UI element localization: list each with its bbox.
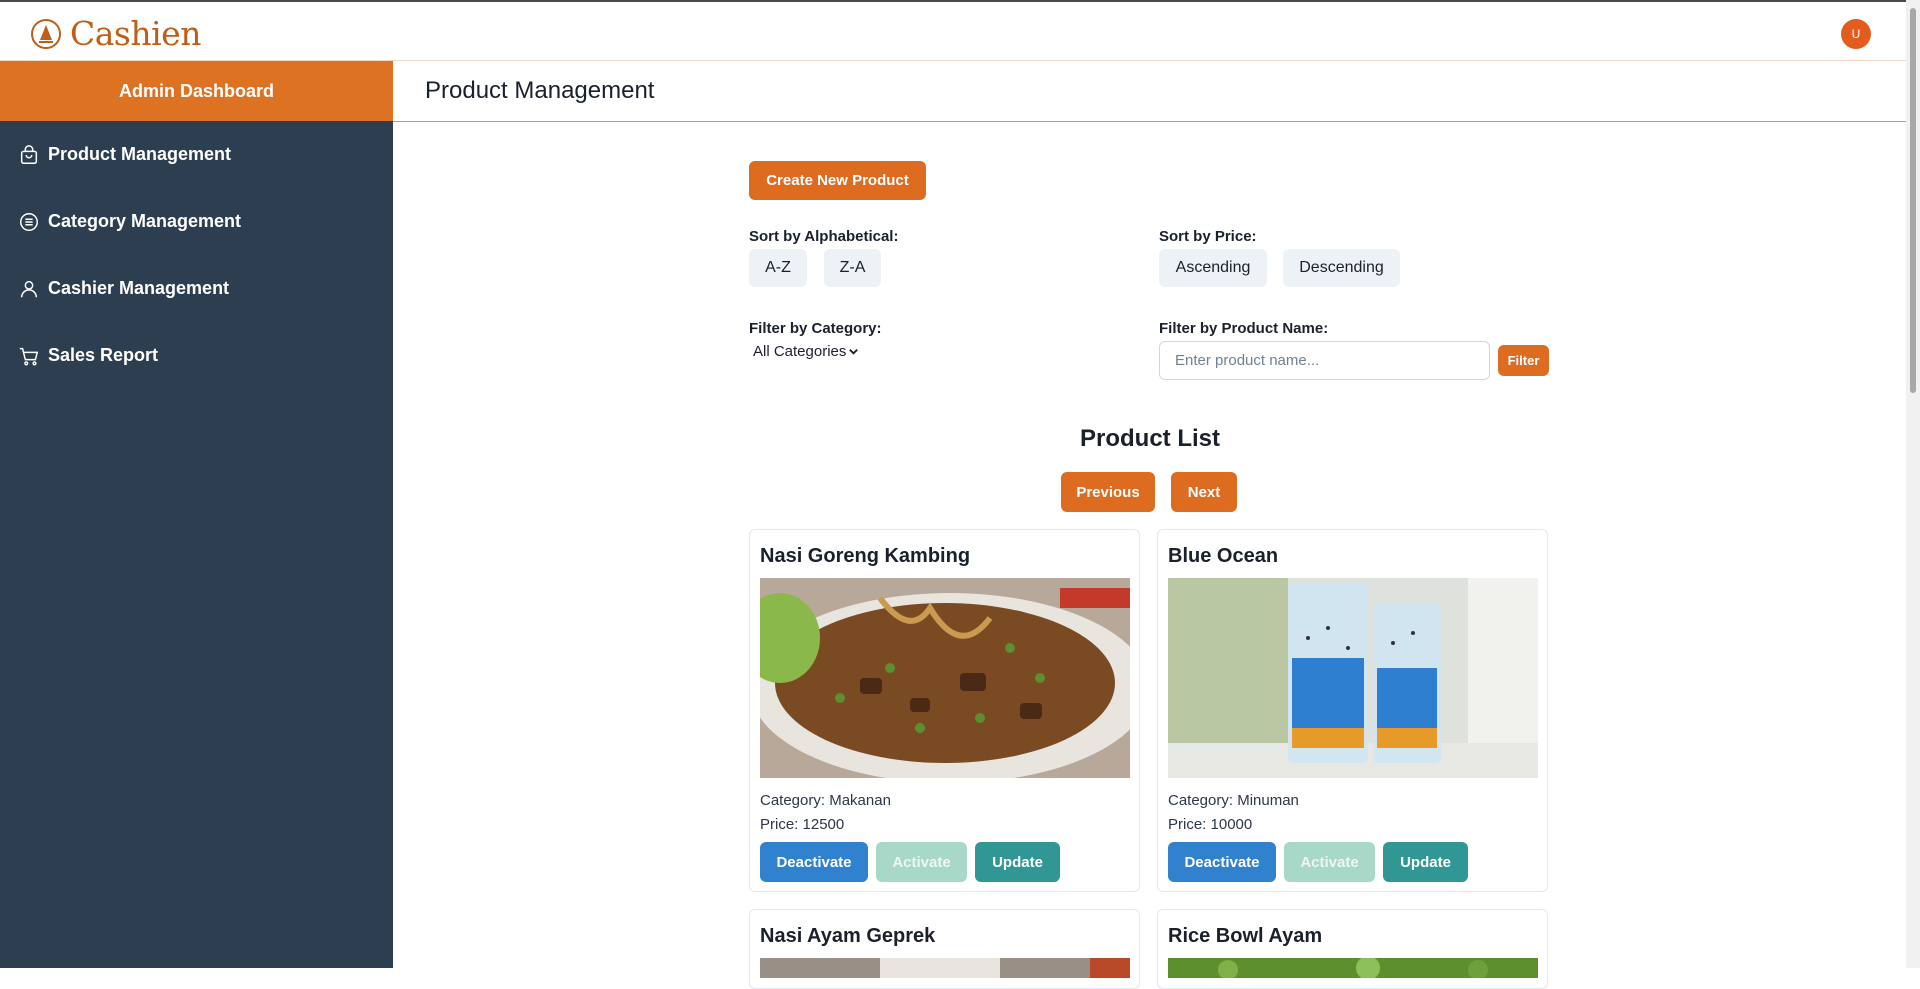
product-price: Price: 12500 (760, 816, 845, 833)
logo-icon (31, 18, 61, 49)
sort-az-button[interactable]: A-Z (749, 249, 807, 287)
product-list-title: Product List (1079, 425, 1220, 452)
product-image (1168, 958, 1538, 978)
product-card: Nasi Goreng Kambing Category: Makanan Pr… (749, 529, 1140, 892)
filter-name-label: Filter by Product Name: (1159, 320, 1329, 337)
category-select-value: All Categories (753, 343, 847, 360)
product-image (760, 958, 1130, 978)
user-icon (20, 280, 38, 297)
sidebar-item-label: Sales Report (48, 345, 159, 365)
sidebar-header: Admin Dashboard (0, 61, 393, 121)
scrollbar[interactable] (1906, 0, 1920, 968)
avatar[interactable]: U (1841, 19, 1871, 49)
filter-button[interactable]: Filter (1498, 345, 1549, 376)
page-title: Product Management (393, 61, 1906, 122)
previous-button[interactable]: Previous (1061, 472, 1155, 512)
shopping-bag-icon (20, 144, 38, 164)
logo-text: Cashien (70, 14, 201, 53)
activate-button[interactable]: Activate (876, 842, 967, 882)
cart-icon (19, 347, 39, 365)
product-image (760, 578, 1130, 778)
deactivate-button[interactable]: Deactivate (1168, 842, 1276, 882)
product-name-input[interactable]: Enter product name... (1159, 341, 1490, 380)
sort-descending-button[interactable]: Descending (1283, 249, 1400, 287)
logo[interactable]: Cashien (30, 14, 201, 53)
product-name: Rice Bowl Ayam (1168, 925, 1323, 947)
next-button[interactable]: Next (1171, 472, 1237, 512)
sort-alpha-label: Sort by Alphabetical: (749, 228, 899, 245)
sidebar-item-product-management[interactable]: Product Management (0, 121, 393, 188)
product-card: Rice Bowl Ayam (1157, 909, 1548, 989)
top-bar: Cashien U (0, 0, 1920, 61)
product-card: Nasi Ayam Geprek (749, 909, 1140, 989)
create-product-button[interactable]: Create New Product (749, 161, 926, 200)
filter-category-label: Filter by Category: (749, 320, 882, 337)
sort-za-button[interactable]: Z-A (824, 249, 881, 287)
product-name: Nasi Ayam Geprek (760, 925, 936, 947)
sidebar-item-sales-report[interactable]: Sales Report (0, 322, 393, 389)
chevron-down-icon (849, 349, 859, 355)
sort-price-label: Sort by Price: (1159, 228, 1257, 245)
sidebar-item-label: Cashier Management (48, 278, 230, 298)
product-category: Category: Makanan (760, 792, 891, 809)
activate-button[interactable]: Activate (1284, 842, 1375, 882)
list-icon (20, 212, 38, 231)
main-content: Product Management (393, 61, 1906, 968)
update-button[interactable]: Update (1383, 842, 1468, 882)
deactivate-button[interactable]: Deactivate (760, 842, 868, 882)
sidebar-item-label: Product Management (48, 144, 232, 164)
scrollbar-thumb[interactable] (1910, 8, 1916, 393)
product-name: Nasi Goreng Kambing (760, 545, 971, 567)
category-select[interactable]: All Categories (753, 343, 859, 360)
update-button[interactable]: Update (975, 842, 1060, 882)
product-category: Category: Minuman (1168, 792, 1299, 809)
sidebar-item-category-management[interactable]: Category Management (0, 188, 393, 255)
sort-ascending-button[interactable]: Ascending (1159, 249, 1267, 287)
product-card: Blue Ocean Category: Minuman Price: 1000… (1157, 529, 1548, 892)
product-price: Price: 10000 (1168, 816, 1253, 833)
product-name: Blue Ocean (1168, 545, 1279, 567)
sidebar: Admin Dashboard Product Management Categ… (0, 61, 393, 968)
sidebar-item-label: Category Management (48, 211, 242, 231)
product-image (1168, 578, 1538, 778)
sidebar-item-cashier-management[interactable]: Cashier Management (0, 255, 393, 322)
